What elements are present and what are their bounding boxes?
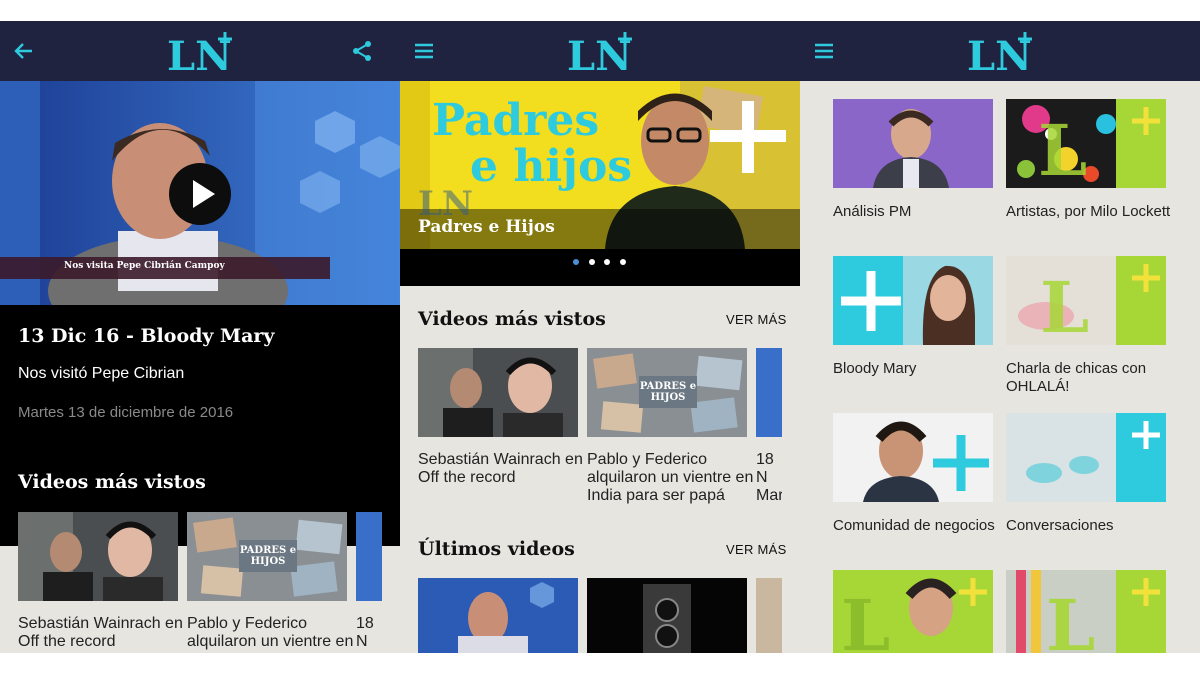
app-bar: LN xyxy=(400,21,800,81)
svg-text:L: L xyxy=(1046,584,1095,653)
svg-text:L: L xyxy=(1038,109,1087,188)
program-label[interactable]: Análisis PM xyxy=(833,203,998,221)
program-label[interactable]: Comunidad de negocios xyxy=(833,517,998,535)
carousel-dot[interactable] xyxy=(589,259,595,265)
video-card-thumb[interactable] xyxy=(418,578,578,653)
share-icon[interactable] xyxy=(350,39,374,63)
hamburger-menu-icon[interactable] xyxy=(812,39,836,63)
video-detail-screen: LN Nos visita Pepe Cibrián Campoy 13 Dic… xyxy=(0,21,400,653)
carousel-dot-active[interactable] xyxy=(573,259,579,265)
video-title: 13 Dic 16 - Bloody Mary xyxy=(18,325,275,347)
video-subtitle: Nos visitó Pepe Cibrian xyxy=(18,365,185,382)
app-bar: LN xyxy=(0,21,400,81)
program-label[interactable]: Charla de chicas con OHLALÁ! xyxy=(1006,360,1171,396)
video-card-thumb[interactable]: PADRES e HIJOS xyxy=(187,512,347,601)
program-thumb[interactable] xyxy=(833,413,993,502)
video-card-title[interactable]: 18 N Mar xyxy=(756,451,782,505)
video-card-thumb[interactable] xyxy=(18,512,178,601)
video-card-thumb[interactable] xyxy=(356,512,382,601)
video-card-thumb[interactable]: PADRES e HIJOS xyxy=(587,348,747,437)
ver-mas-link[interactable]: VER MÁS xyxy=(726,312,787,327)
programs-screen: LN Análisis PM L Artistas, por Milo Lock… xyxy=(800,21,1200,653)
program-thumb[interactable]: L xyxy=(1006,256,1166,345)
program-thumb[interactable]: L xyxy=(1006,99,1166,188)
program-label[interactable]: Conversaciones xyxy=(1006,517,1171,535)
video-card-thumb[interactable] xyxy=(756,348,782,437)
ver-mas-link[interactable]: VER MÁS xyxy=(726,542,787,557)
program-thumb[interactable] xyxy=(1006,413,1166,502)
program-thumb[interactable]: L xyxy=(1006,570,1166,653)
home-screen: LN LN Padres e hijos Padres e Hijos Vide… xyxy=(400,21,800,653)
thumb-text: PADRES e HIJOS xyxy=(639,381,697,403)
app-bar: LN xyxy=(800,21,1200,81)
program-label[interactable]: Artistas, por Milo Lockett xyxy=(1006,203,1171,221)
video-date: Martes 13 de diciembre de 2016 xyxy=(18,404,234,421)
video-card-thumb[interactable] xyxy=(418,348,578,437)
hero-title: Padres e Hijos xyxy=(418,217,555,237)
arrow-left-icon[interactable] xyxy=(12,39,36,63)
video-card-title[interactable]: Sebastián Wainrach en Off the record xyxy=(418,451,588,487)
section-title-most-viewed: Videos más vistos xyxy=(418,308,606,330)
program-thumb[interactable] xyxy=(833,99,993,188)
carousel-dot[interactable] xyxy=(620,259,626,265)
video-caption: Nos visita Pepe Cibrián Campoy xyxy=(64,261,225,271)
hero-banner[interactable]: LN Padres e hijos Padres e Hijos xyxy=(400,81,800,249)
section-title: Videos más vistos xyxy=(18,471,206,493)
video-card-title[interactable]: Pablo y Federico alquilaron un vientre e… xyxy=(587,451,757,505)
program-label[interactable]: Bloody Mary xyxy=(833,360,998,378)
program-thumb[interactable]: L xyxy=(833,570,993,653)
video-card-thumb[interactable] xyxy=(756,578,782,653)
play-icon[interactable] xyxy=(169,163,231,225)
thumb-text: PADRES e HIJOS xyxy=(239,545,297,567)
video-player[interactable]: Nos visita Pepe Cibrián Campoy xyxy=(0,81,400,305)
hero-art-subtitle: e hijos xyxy=(470,141,633,192)
svg-text:L: L xyxy=(1040,266,1089,345)
section-title-latest: Últimos videos xyxy=(418,538,575,560)
ln-plus-logo: LN xyxy=(167,30,235,74)
program-thumb[interactable] xyxy=(833,256,993,345)
video-card-title[interactable]: Pablo y Federico alquilaron un vientre e… xyxy=(187,615,357,651)
ln-plus-logo: LN xyxy=(567,30,635,74)
hero-art-title: Padres xyxy=(432,95,600,146)
hamburger-menu-icon[interactable] xyxy=(412,39,436,63)
video-card-thumb[interactable] xyxy=(587,578,747,653)
svg-text:L: L xyxy=(841,584,890,653)
video-card-title[interactable]: Sebastián Wainrach en Off the record xyxy=(18,615,188,651)
video-card-title[interactable]: 18 N Mar xyxy=(356,615,382,653)
carousel-dot[interactable] xyxy=(604,259,610,265)
ln-plus-logo: LN xyxy=(967,30,1035,74)
